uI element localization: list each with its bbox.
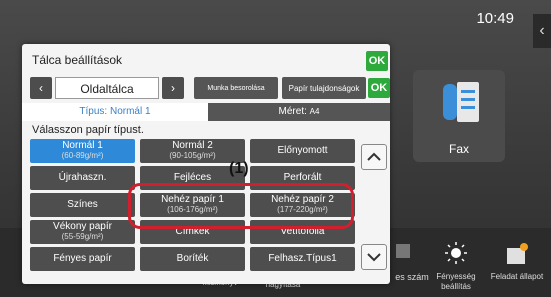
- paper-type-label: Perforált: [283, 172, 322, 183]
- fax-tile[interactable]: Fax: [413, 70, 505, 162]
- dialog-title: Tálca beállítások: [32, 53, 123, 67]
- paper-type-button[interactable]: Felhasz.Típus1: [250, 247, 355, 271]
- fax-label: Fax: [448, 142, 469, 156]
- tab-bar: Típus: Normál 1 Méret: A4: [22, 103, 390, 121]
- paper-type-label: Boríték: [176, 253, 209, 264]
- fax-icon: [443, 82, 479, 122]
- tab-size[interactable]: Méret: A4: [208, 103, 390, 121]
- tray-name-field: Oldaltálca: [55, 77, 159, 99]
- job-status-icon: [507, 243, 528, 264]
- paper-properties-button[interactable]: Papír tulajdonságok: [282, 77, 366, 99]
- paper-type-button[interactable]: Fényes papír: [30, 247, 135, 271]
- scroll-up-button[interactable]: [361, 144, 387, 170]
- paper-type-button[interactable]: Boríték: [140, 247, 245, 271]
- paper-weight-label: (60-89g/m²): [61, 151, 104, 160]
- paper-type-button[interactable]: Újrahaszn.: [30, 166, 135, 190]
- paper-type-button[interactable]: Vékony papír (55-59g/m²): [30, 220, 135, 244]
- paper-type-button[interactable]: Normál 1 (60-89g/m²): [30, 139, 135, 163]
- paper-type-label: Vékony papír: [53, 221, 112, 232]
- paper-type-label: Újrahaszn.: [58, 172, 107, 183]
- callout-label: (1): [229, 160, 249, 177]
- job-status-label: Feladat állapot: [490, 272, 544, 281]
- brightness-shortcut[interactable]: Fényesség beállítás: [426, 242, 486, 292]
- paper-type-label: Színes: [67, 199, 98, 210]
- paper-type-label: Fényes papír: [53, 253, 112, 264]
- paper-type-label: Felhasz.Típus1: [268, 253, 337, 264]
- tab-size-value: A4: [309, 107, 320, 116]
- paper-type-label: Előnyomott: [277, 145, 328, 156]
- job-status-shortcut[interactable]: Feladat állapot: [487, 242, 547, 282]
- number-icon: [396, 244, 410, 258]
- paper-type-button[interactable]: Előnyomott: [250, 139, 355, 163]
- brightness-icon: [445, 242, 467, 264]
- scroll-down-button[interactable]: [361, 244, 387, 270]
- tab-size-label: Méret:: [278, 106, 307, 117]
- tray-settings-dialog: Tálca beállítások OK ‹ Oldaltálca › Munk…: [22, 44, 390, 284]
- tray-ok-button[interactable]: OK: [368, 78, 390, 98]
- instruction-text: Válasszon papír típust.: [32, 124, 144, 136]
- paper-type-label: Normál 1: [62, 140, 103, 151]
- tab-type[interactable]: Típus: Normál 1: [22, 103, 208, 121]
- paper-weight-label: (55-59g/m²): [61, 232, 104, 241]
- prev-tray-button[interactable]: ‹: [30, 77, 52, 99]
- dialog-ok-button[interactable]: OK: [366, 51, 388, 71]
- next-tray-button[interactable]: ›: [162, 77, 184, 99]
- side-panel-toggle-button[interactable]: ‹: [533, 14, 551, 48]
- job-class-button[interactable]: Munka besorolása: [194, 77, 278, 99]
- highlight-frame: [128, 183, 354, 229]
- paper-type-label: Normál 2: [172, 140, 213, 151]
- clock: 10:49: [476, 10, 514, 27]
- paper-type-button[interactable]: Színes: [30, 193, 135, 217]
- chevron-up-icon: [367, 152, 381, 161]
- brightness-label: Fényesség beállítás: [436, 272, 476, 291]
- chevron-down-icon: [367, 253, 381, 262]
